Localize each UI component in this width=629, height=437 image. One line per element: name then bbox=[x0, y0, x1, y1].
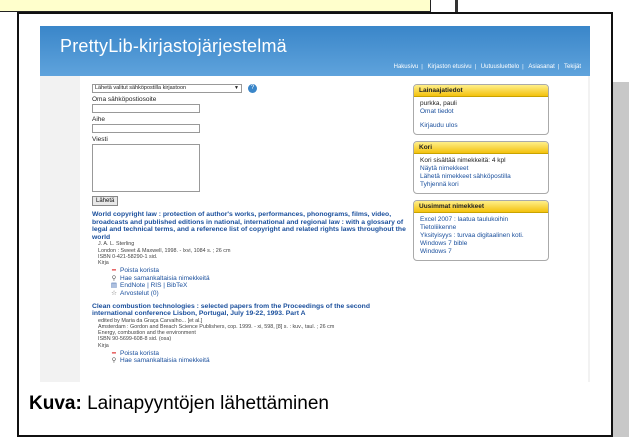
main-content: Lähetä valitut sähköpostilla kirjastoon … bbox=[80, 76, 588, 382]
record-title[interactable]: Clean combustion technologies : selected… bbox=[92, 303, 412, 318]
send-form-column: Lähetä valitut sähköpostilla kirjastoon … bbox=[92, 84, 412, 365]
subject-field[interactable] bbox=[92, 124, 200, 133]
loan-panel: Lainaajatiedot purkka, pauli Omat tiedot… bbox=[413, 84, 549, 135]
record-2: Clean combustion technologies : selected… bbox=[92, 303, 412, 365]
message-label: Viesti bbox=[92, 136, 108, 143]
remove-from-cart-link[interactable]: ━ Poista korista bbox=[110, 267, 412, 275]
sidebar: Lainaajatiedot purkka, pauli Omat tiedot… bbox=[413, 84, 549, 267]
record-meta: edited by Maria da Graça Carvalho... [et… bbox=[98, 317, 335, 349]
background-line bbox=[455, 0, 458, 12]
help-icon[interactable]: ? bbox=[248, 84, 257, 93]
cart-panel-header: Kori bbox=[414, 142, 548, 154]
remove-icon: ━ bbox=[112, 267, 116, 275]
nav-uutuusluettelo[interactable]: Uutuusluettelo bbox=[481, 64, 519, 70]
logout-link[interactable]: Kirjaudu ulos bbox=[420, 122, 542, 130]
search-icon: ⚲ bbox=[111, 274, 117, 282]
caption-text: Lainapyyntöjen lähettäminen bbox=[81, 393, 329, 414]
record-1: World copyright law : protection of auth… bbox=[92, 211, 412, 298]
export-icon: ▤ bbox=[110, 282, 118, 290]
search-icon: ⚲ bbox=[111, 357, 117, 365]
background-box bbox=[0, 0, 431, 12]
remove-icon: ━ bbox=[112, 349, 116, 357]
newest-panel: Uusimmat nimekkeet Excel 2007 : laatua t… bbox=[413, 200, 549, 261]
similar-titles-link[interactable]: ⚲ Hae samankaltaisia nimekkeitä bbox=[110, 357, 412, 365]
top-nav: Hakusivu | Kirjaston etusivu | Uutuusluett… bbox=[393, 64, 581, 70]
send-option-select[interactable]: Lähetä valitut sähköpostilla kirjastoon … bbox=[92, 84, 242, 93]
email-field[interactable] bbox=[92, 104, 200, 113]
star-icon: ☆ bbox=[111, 289, 117, 297]
newest-item[interactable]: Yksityisyys : turvaa digitaalinen koti. bbox=[420, 232, 542, 240]
chevron-down-icon: ▼ bbox=[234, 85, 239, 91]
nav-kirjaston-etusivu[interactable]: Kirjaston etusivu bbox=[428, 64, 472, 70]
caption-label: Kuva: bbox=[29, 393, 82, 414]
email-titles-link[interactable]: Lähetä nimekkeet sähköpostilla bbox=[420, 173, 542, 181]
background-gray-strip bbox=[613, 82, 629, 437]
record-actions: ━ Poista korista ⚲ Hae samankaltaisia nime… bbox=[110, 350, 412, 365]
cart-count: Kori sisältää nimekkeitä: 4 kpl bbox=[420, 157, 506, 164]
figure-caption: Kuva: Lainapyyntöjen lähettäminen bbox=[19, 385, 611, 435]
newest-item[interactable]: Windows 7 bbox=[420, 248, 542, 256]
record-meta: J. A. L. Sterling London : Sweet & Maxwe… bbox=[98, 241, 231, 266]
send-option-value: Lähetä valitut sähköpostilla kirjastoon bbox=[95, 85, 187, 91]
nav-hakusivu[interactable]: Hakusivu bbox=[394, 64, 419, 70]
message-textarea[interactable] bbox=[92, 144, 200, 192]
nav-asiasanat[interactable]: Asiasanat bbox=[528, 64, 554, 70]
nav-tekijat[interactable]: Tekijät bbox=[564, 64, 581, 70]
newest-item[interactable]: Windows 7 bible bbox=[420, 240, 542, 248]
newest-item[interactable]: Excel 2007 : laatua taulukoihin bbox=[420, 216, 542, 224]
loan-panel-header: Lainaajatiedot bbox=[414, 85, 548, 97]
record-title[interactable]: World copyright law : protection of auth… bbox=[92, 211, 412, 241]
email-label: Oma sähköpostiosoite bbox=[92, 96, 157, 103]
newest-item[interactable]: Tietoliikenne bbox=[420, 224, 542, 232]
user-name: purkka, pauli bbox=[420, 100, 457, 107]
own-info-link[interactable]: Omat tiedot bbox=[420, 108, 542, 116]
newest-panel-header: Uusimmat nimekkeet bbox=[414, 201, 548, 213]
subject-label: Aihe bbox=[92, 116, 106, 123]
export-citation-link[interactable]: ▤ EndNote | RIS | BibTeX bbox=[110, 282, 412, 290]
empty-cart-link[interactable]: Tyhjennä kori bbox=[420, 181, 542, 189]
app-header: PrettyLib-kirjastojärjestelmä Hakusivu | … bbox=[40, 26, 590, 76]
similar-titles-link[interactable]: ⚲ Hae samankaltaisia nimekkeitä bbox=[110, 275, 412, 283]
app-title: PrettyLib-kirjastojärjestelmä bbox=[60, 36, 287, 56]
remove-from-cart-link[interactable]: ━ Poista korista bbox=[110, 350, 412, 358]
send-button[interactable]: Lähetä bbox=[92, 196, 119, 206]
slide-frame: PrettyLib-kirjastojärjestelmä Hakusivu | … bbox=[17, 12, 613, 437]
record-actions: ━ Poista korista ⚲ Hae samankaltaisia nime… bbox=[110, 267, 412, 297]
cart-panel: Kori Kori sisältää nimekkeitä: 4 kpl Näy… bbox=[413, 141, 549, 194]
show-titles-link[interactable]: Näytä nimekkeet bbox=[420, 165, 542, 173]
reviews-link[interactable]: ☆ Arvostelut (0) bbox=[110, 290, 412, 298]
library-screenshot: PrettyLib-kirjastojärjestelmä Hakusivu | … bbox=[40, 26, 590, 382]
